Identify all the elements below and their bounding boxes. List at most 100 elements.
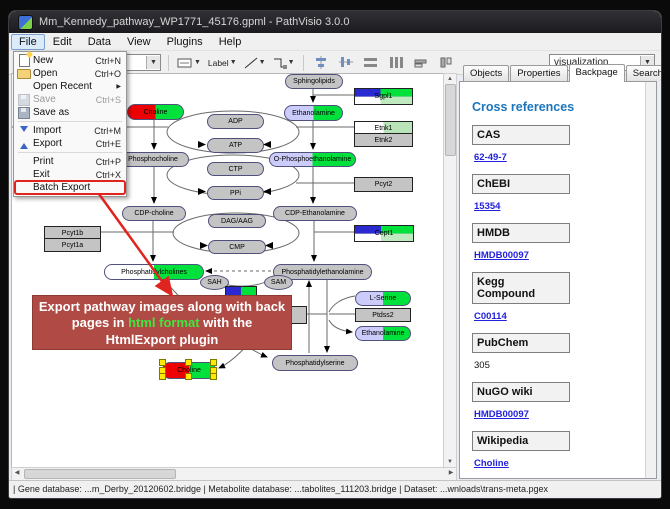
new-icon bbox=[19, 54, 30, 67]
node-cept1[interactable]: Cept1 bbox=[354, 225, 414, 242]
xref-value-nugo-wiki[interactable]: HMDB00097 bbox=[474, 409, 656, 420]
annotation-line1: Export pathway images along with back bbox=[33, 299, 291, 315]
menu-view[interactable]: View bbox=[119, 34, 159, 50]
node-sam[interactable]: SAM bbox=[264, 275, 293, 290]
menu-separator bbox=[18, 121, 122, 122]
node-cdp-ethanolamine[interactable]: CDP-Ethanolamine bbox=[273, 206, 357, 221]
node-cdp-choline[interactable]: CDP-choline bbox=[122, 206, 186, 221]
node-ptdss2[interactable]: Ptdss2 bbox=[355, 308, 411, 322]
menu-item-batch-export[interactable]: Batch Export bbox=[15, 181, 125, 194]
scrollbar-thumb[interactable] bbox=[445, 84, 456, 156]
file-menu-dropdown: NewCtrl+NOpenCtrl+OOpen Recent▶SaveCtrl+… bbox=[13, 51, 127, 197]
node-phosphatidylserine[interactable]: Phosphatidylserine bbox=[272, 355, 358, 371]
sidebar-panel: ObjectsPropertiesBackpageSearchLegend Cr… bbox=[457, 63, 659, 479]
xref-header-chebi: ChEBI bbox=[472, 174, 570, 194]
menu-plugins[interactable]: Plugins bbox=[159, 34, 211, 50]
node-sgpl1[interactable]: Sgpl1 bbox=[354, 88, 413, 105]
xref-header-pubchem: PubChem bbox=[472, 333, 570, 353]
scroll-right-icon[interactable]: ▶ bbox=[446, 469, 456, 478]
selection-handle[interactable] bbox=[185, 373, 192, 380]
xref-header-kegg-compound: Kegg Compound bbox=[472, 272, 570, 304]
xref-value-chebi[interactable]: 15354 bbox=[474, 201, 656, 212]
window-title: Mm_Kennedy_pathway_WP1771_45176.gpml - P… bbox=[39, 16, 349, 28]
toolbar-separator bbox=[168, 55, 169, 71]
node-phosphatidylcholines[interactable]: Phosphatidylcholines bbox=[104, 264, 204, 280]
datanode-tool-button[interactable]: ▼ bbox=[176, 53, 202, 73]
scrollbar-thumb[interactable] bbox=[24, 469, 176, 479]
xref-header-wikipedia: Wikipedia bbox=[472, 431, 570, 451]
import-icon bbox=[20, 126, 28, 136]
node-atp[interactable]: ATP bbox=[207, 138, 264, 153]
node-o-phosphoethanolamine[interactable]: O-Phosphoethanolamine bbox=[269, 152, 356, 167]
menu-item-save-as[interactable]: Save as bbox=[15, 106, 125, 119]
match-width-button[interactable] bbox=[411, 53, 431, 73]
xref-header-cas: CAS bbox=[472, 125, 570, 145]
title-bar[interactable]: Mm_Kennedy_pathway_WP1771_45176.gpml - P… bbox=[9, 11, 661, 33]
menu-item-print[interactable]: PrintCtrl+P bbox=[15, 155, 125, 168]
match-height-button[interactable] bbox=[436, 53, 456, 73]
node-l-serine[interactable]: L-Serine bbox=[355, 291, 411, 306]
xref-value-hmdb[interactable]: HMDB00097 bbox=[474, 250, 656, 261]
node-ppi[interactable]: PPi bbox=[207, 186, 264, 200]
backpage-panel: Cross references CAS 62-49-7 ChEBI 15354 HMD… bbox=[459, 81, 657, 479]
cross-references-heading: Cross references bbox=[472, 100, 656, 114]
menu-help[interactable]: Help bbox=[211, 34, 250, 50]
menu-shortcut: Ctrl+X bbox=[96, 170, 121, 180]
menu-item-open-recent[interactable]: Open Recent▶ bbox=[15, 80, 125, 93]
sidebar-scrollbar[interactable] bbox=[645, 82, 656, 478]
menu-item-save[interactable]: SaveCtrl+S bbox=[15, 93, 125, 106]
menu-edit[interactable]: Edit bbox=[45, 34, 80, 50]
node-choline[interactable]: Choline bbox=[127, 104, 184, 120]
chevron-down-icon[interactable]: ▼ bbox=[146, 56, 160, 69]
selection-handle[interactable] bbox=[210, 373, 217, 380]
node-phosphocholine[interactable]: Phosphocholine bbox=[117, 152, 189, 167]
menu-item-new[interactable]: NewCtrl+N bbox=[15, 54, 125, 67]
xref-value-wikipedia[interactable]: Choline bbox=[474, 458, 656, 469]
node-etnk2[interactable]: Etnk2 bbox=[354, 133, 413, 147]
node-sphingolipids[interactable]: Sphingolipids bbox=[285, 74, 343, 89]
menu-item-label: Save bbox=[33, 94, 56, 105]
pathvisio-window: Mm_Kennedy_pathway_WP1771_45176.gpml - P… bbox=[8, 10, 662, 499]
menu-item-label: New bbox=[33, 55, 53, 66]
align-center-y-button[interactable] bbox=[336, 53, 356, 73]
connector-tool-button[interactable]: ▼ bbox=[272, 53, 296, 73]
xref-value-pubchem: 305 bbox=[474, 360, 656, 371]
node-ctp[interactable]: CTP bbox=[207, 162, 264, 176]
node-ethanolamine[interactable]: Ethanolamine bbox=[284, 105, 343, 121]
menu-item-open[interactable]: OpenCtrl+O bbox=[15, 67, 125, 80]
align-center-x-button[interactable] bbox=[311, 53, 331, 73]
scroll-left-icon[interactable]: ◀ bbox=[12, 469, 22, 478]
node-cmp[interactable]: CMP bbox=[208, 240, 266, 254]
canvas-horizontal-scrollbar[interactable]: ◀ ▶ bbox=[11, 467, 457, 481]
selection-handle[interactable] bbox=[159, 359, 166, 366]
xref-value-cas[interactable]: 62-49-7 bbox=[474, 152, 656, 163]
distribute-vertical-button[interactable] bbox=[386, 53, 406, 73]
tab-backpage[interactable]: Backpage bbox=[569, 64, 625, 82]
tab-properties[interactable]: Properties bbox=[510, 65, 567, 81]
node-adp[interactable]: ADP bbox=[207, 114, 264, 129]
menu-item-import[interactable]: ImportCtrl+M bbox=[15, 124, 125, 137]
node-ethanolamine[interactable]: Ethanolamine bbox=[355, 326, 411, 341]
menu-item-export[interactable]: ExportCtrl+E bbox=[15, 137, 125, 150]
tab-objects[interactable]: Objects bbox=[463, 65, 509, 81]
tab-search[interactable]: Search bbox=[626, 65, 662, 81]
node-pcyt1a[interactable]: Pcyt1a bbox=[44, 238, 101, 252]
selection-handle[interactable] bbox=[185, 359, 192, 366]
selection-handle[interactable] bbox=[159, 373, 166, 380]
saveas-icon bbox=[18, 107, 30, 119]
menu-shortcut: Ctrl+E bbox=[96, 139, 121, 149]
menu-shortcut: Ctrl+M bbox=[94, 126, 121, 136]
align-center-y-icon bbox=[339, 56, 353, 69]
menu-shortcut: Ctrl+O bbox=[95, 69, 121, 79]
xref-value-kegg-compound[interactable]: C00114 bbox=[474, 311, 656, 322]
menu-item-exit[interactable]: ExitCtrl+X bbox=[15, 168, 125, 181]
node-pcyt2[interactable]: Pcyt2 bbox=[354, 177, 413, 192]
canvas-vertical-scrollbar[interactable]: ▲▼ bbox=[443, 73, 457, 468]
menu-file[interactable]: File bbox=[11, 34, 45, 50]
distribute-horizontal-button[interactable] bbox=[361, 53, 381, 73]
line-tool-button[interactable]: ▼ bbox=[243, 53, 267, 73]
selection-handle[interactable] bbox=[210, 359, 217, 366]
node-dag-aag[interactable]: DAG/AAG bbox=[208, 214, 266, 228]
menu-data[interactable]: Data bbox=[80, 34, 119, 50]
label-tool-button[interactable]: Label ▼ bbox=[207, 53, 238, 73]
